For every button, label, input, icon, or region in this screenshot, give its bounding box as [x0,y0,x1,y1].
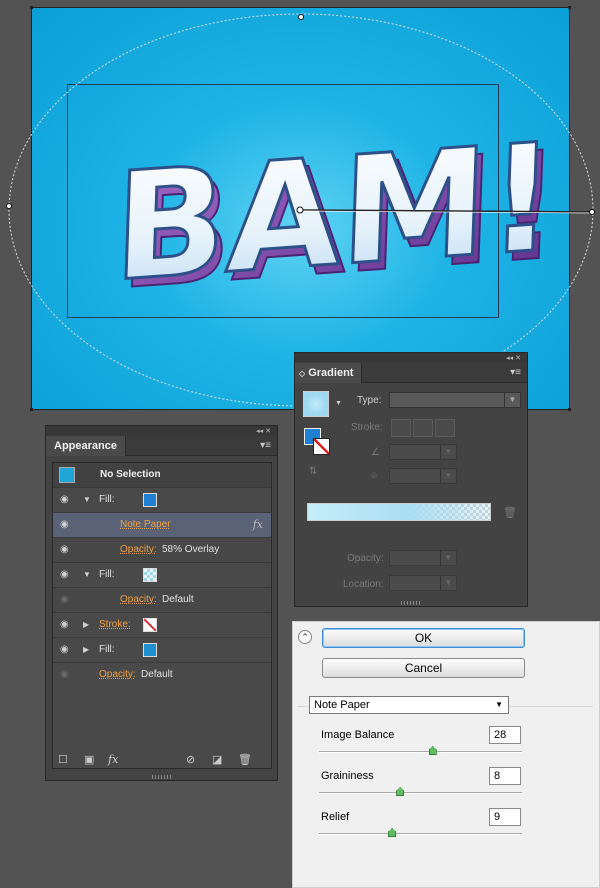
gradient-swatch[interactable] [143,568,157,582]
ellipse-handle-left[interactable] [6,203,12,209]
gradient-panel: ◂◂ ✕ ◇ Gradient ▾≡ ▼ Type: ▼ Stroke: ∠ ▼… [294,352,528,607]
opacity-value: Default [141,669,173,680]
eye-icon[interactable]: ◉ [60,670,72,680]
note-paper-dialog: ⌃ OK Cancel Note Paper ▼ Image Balance 28… [292,621,600,888]
expand-down-icon[interactable]: ▼ [83,570,91,579]
eye-icon[interactable]: ◉ [60,495,72,505]
eye-icon[interactable]: ◉ [60,520,72,530]
expand-right-icon[interactable]: ▶ [83,620,89,629]
resize-grip[interactable] [401,601,421,605]
resize-grip[interactable] [151,775,172,779]
gradient-slider-bar[interactable] [307,503,491,521]
gradient-end-handle[interactable] [589,209,595,215]
appearance-row-fill-2[interactable]: ◉ ▼ Fill: [53,563,271,588]
graininess-slider[interactable] [319,787,522,796]
selection-status: No Selection [100,469,161,480]
effect-link[interactable]: Note Paper [120,519,171,530]
bam-artwork[interactable]: BAM! BAM! [32,8,571,411]
bam-text: BAM! [111,110,558,314]
chevron-down-icon[interactable]: ▼ [335,400,342,407]
panel-menu-icon[interactable]: ▾≡ [510,367,521,378]
param-label: Relief [321,811,350,823]
expand-right-icon[interactable]: ▶ [83,645,89,654]
relief-input[interactable]: 9 [489,808,521,826]
panel-collapse-bar[interactable]: ◂◂ ✕ [46,426,277,436]
trash-icon[interactable]: 🗑 [238,753,252,766]
stroke-link[interactable]: Stroke: [99,619,131,630]
fill-swatch[interactable] [143,493,157,507]
appearance-row-effect[interactable]: ◉ Note Paper fx [53,513,271,538]
graininess-input[interactable]: 8 [489,767,521,785]
stroke-gradient-buttons[interactable] [391,419,455,437]
filter-select[interactable]: Note Paper ▼ [309,696,509,714]
ok-button[interactable]: OK [322,628,525,648]
appearance-row-fill-1[interactable]: ◉ ▼ Fill: [53,488,271,513]
panel-menu-icon[interactable]: ▾≡ [260,440,271,451]
aspect-ratio-icon: ⌾ [371,471,377,482]
angle-field[interactable]: ▼ [389,444,457,460]
opacity-value: Default [162,594,194,605]
tab-gradient[interactable]: ◇ Gradient [295,363,363,383]
appearance-row-opacity-2[interactable]: ◉ Opacity: Default [53,588,271,613]
angle-icon: ∠ [371,447,380,458]
aspect-ratio-field[interactable]: ▼ [389,468,457,484]
image-balance-slider[interactable] [319,746,522,755]
duplicate-item-icon[interactable]: ◪ [212,753,222,766]
appearance-row-opacity-1[interactable]: ◉ Opacity: 58% Overlay [53,538,271,563]
fill-swatch[interactable] [143,643,157,657]
tab-appearance[interactable]: Appearance [46,436,126,456]
add-fill-icon[interactable]: ▣ [84,753,94,766]
eye-icon[interactable]: ◉ [60,570,72,580]
fx-icon: fx [252,518,263,531]
gradient-location-field[interactable]: ▼ [389,575,457,591]
gradient-opacity-field[interactable]: ▼ [389,550,457,566]
appearance-footer: ☐ ▣ fx ⊘ ◪ 🗑 [52,750,272,770]
opacity-link[interactable]: Opacity: [120,544,157,555]
gradient-thumbnail[interactable] [303,391,329,417]
stroke-none-swatch[interactable] [143,618,157,632]
eye-icon[interactable]: ◉ [60,595,72,605]
collapse-icon[interactable]: ⌃ [298,630,312,644]
param-label: Graininess [321,770,374,782]
type-select[interactable]: ▼ [389,392,521,408]
clear-appearance-icon[interactable]: ⊘ [186,753,195,766]
add-stroke-icon[interactable]: ☐ [58,753,68,766]
eye-icon[interactable]: ◉ [60,645,72,655]
selection-thumbnail [59,467,75,483]
opacity-link[interactable]: Opacity: [99,669,136,680]
expand-down-icon[interactable]: ▼ [83,495,91,504]
eye-icon[interactable]: ◉ [60,545,72,555]
appearance-row-stroke[interactable]: ◉ ▶ Stroke: [53,613,271,638]
appearance-row-opacity-3[interactable]: ◉ Opacity: Default [53,663,271,688]
param-label: Image Balance [321,729,395,741]
add-effect-icon[interactable]: fx [108,753,118,766]
reverse-gradient-icon[interactable]: ⇅ [309,466,317,477]
appearance-panel: ◂◂ ✕ Appearance ▾≡ No Selection ◉ ▼ Fill… [45,425,278,781]
opacity-link[interactable]: Opacity: [120,594,157,605]
relief-slider[interactable] [319,828,522,837]
eye-icon[interactable]: ◉ [60,620,72,630]
image-balance-input[interactable]: 28 [489,726,521,744]
stroke-box[interactable] [313,438,330,455]
trash-icon[interactable]: 🗑 [503,506,517,519]
panel-collapse-bar[interactable]: ◂◂ ✕ [295,353,527,363]
appearance-row-fill-3[interactable]: ◉ ▶ Fill: [53,638,271,663]
cancel-button[interactable]: Cancel [322,658,525,678]
opacity-value: 58% Overlay [162,544,220,555]
appearance-header-row: No Selection [53,463,271,488]
appearance-list: No Selection ◉ ▼ Fill: ◉ Note Paper fx ◉… [52,462,272,769]
artboard[interactable]: BAM! BAM! [31,7,570,410]
